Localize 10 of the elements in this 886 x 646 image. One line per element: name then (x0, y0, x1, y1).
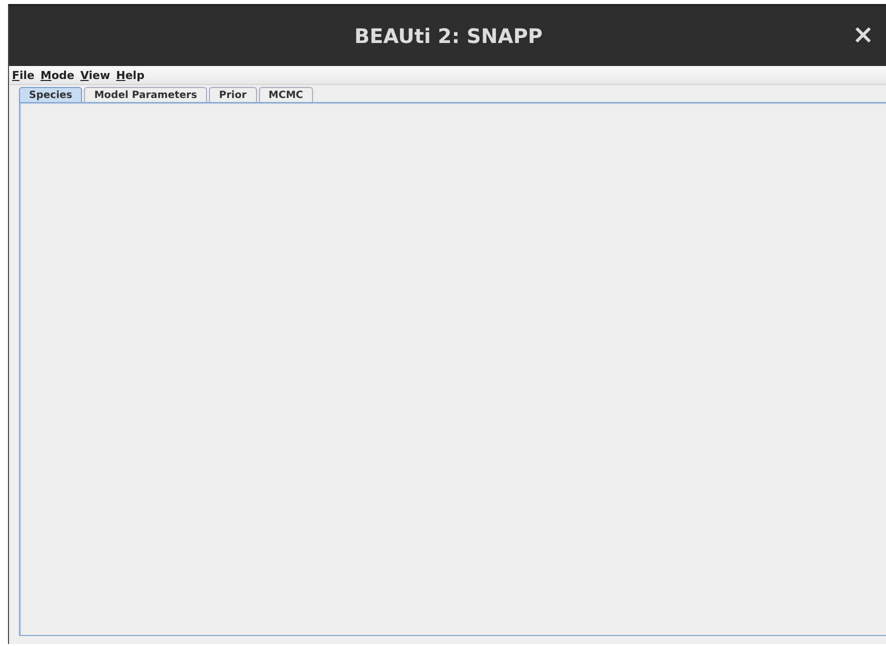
close-button[interactable]: × (852, 23, 874, 47)
tab[interactable]: Prior (209, 87, 257, 102)
menu-item[interactable]: File (12, 68, 35, 82)
menu-item[interactable]: Help (116, 68, 144, 82)
tab[interactable]: Model Parameters (84, 87, 208, 102)
tab[interactable]: Species (19, 87, 82, 102)
menu-item[interactable]: View (80, 68, 110, 82)
menu-item[interactable]: Mode (40, 68, 74, 82)
tab[interactable]: MCMC (258, 87, 314, 102)
window-title: BEAUti 2: SNAPP (354, 24, 543, 48)
